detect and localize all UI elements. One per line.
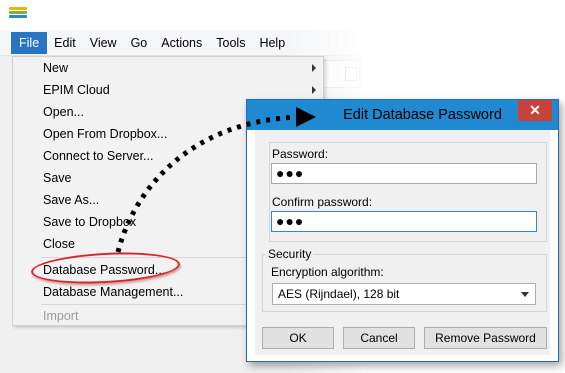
app-logo-icon bbox=[9, 7, 27, 23]
menu-tools[interactable]: Tools bbox=[209, 32, 252, 54]
menu-item-save-to-dropbox[interactable]: Save to Dropbox bbox=[43, 212, 136, 232]
submenu-arrow-icon bbox=[312, 86, 316, 94]
password-label: Password: bbox=[272, 147, 329, 161]
menu-item-database-management[interactable]: Database Management... bbox=[43, 282, 183, 302]
security-group-title: Security bbox=[266, 247, 314, 261]
menu-actions[interactable]: Actions bbox=[154, 32, 209, 54]
menu-item-save[interactable]: Save bbox=[43, 168, 72, 188]
menu-view[interactable]: View bbox=[83, 32, 124, 54]
remove-password-button[interactable]: Remove Password bbox=[424, 327, 547, 349]
dialog-title: Edit Database Password bbox=[343, 107, 502, 123]
ok-button[interactable]: OK bbox=[262, 327, 334, 349]
encryption-algorithm-label: Encryption algorithm: bbox=[271, 265, 384, 279]
password-field[interactable]: ●●● bbox=[271, 163, 537, 184]
menu-item-epim-cloud[interactable]: EPIM Cloud bbox=[43, 80, 110, 100]
menu-item-import: Import bbox=[43, 309, 79, 323]
close-button[interactable]: ✕ bbox=[518, 100, 552, 121]
menu-go[interactable]: Go bbox=[124, 32, 155, 54]
menu-item-new[interactable]: New bbox=[43, 58, 68, 78]
dialog-titlebar[interactable]: Edit Database Password ✕ bbox=[247, 100, 558, 130]
menu-bar: File Edit View Go Actions Tools Help bbox=[0, 30, 370, 56]
confirm-password-label: Confirm password: bbox=[272, 195, 373, 209]
submenu-arrow-icon bbox=[312, 64, 316, 72]
app-titlebar bbox=[0, 0, 370, 30]
toolbar-fragment bbox=[320, 60, 360, 88]
close-icon: ✕ bbox=[529, 102, 541, 118]
menu-item-open-from-dropbox[interactable]: Open From Dropbox... bbox=[43, 124, 167, 144]
encryption-algorithm-select[interactable]: AES (Rijndael), 128 bit bbox=[272, 283, 536, 305]
menu-item-close[interactable]: Close bbox=[43, 234, 75, 254]
menu-edit[interactable]: Edit bbox=[47, 32, 83, 54]
menu-item-connect-to-server[interactable]: Connect to Server... bbox=[43, 146, 153, 166]
confirm-password-field[interactable]: ●●● bbox=[271, 211, 537, 232]
cancel-button[interactable]: Cancel bbox=[343, 327, 415, 349]
chevron-down-icon bbox=[521, 292, 529, 297]
encryption-algorithm-value: AES (Rijndael), 128 bit bbox=[278, 287, 400, 301]
menu-file[interactable]: File bbox=[11, 31, 48, 54]
menu-item-open[interactable]: Open... bbox=[43, 102, 84, 122]
menu-help[interactable]: Help bbox=[252, 32, 292, 54]
menu-item-save-as[interactable]: Save As... bbox=[43, 190, 99, 210]
document-icon[interactable] bbox=[345, 67, 357, 81]
